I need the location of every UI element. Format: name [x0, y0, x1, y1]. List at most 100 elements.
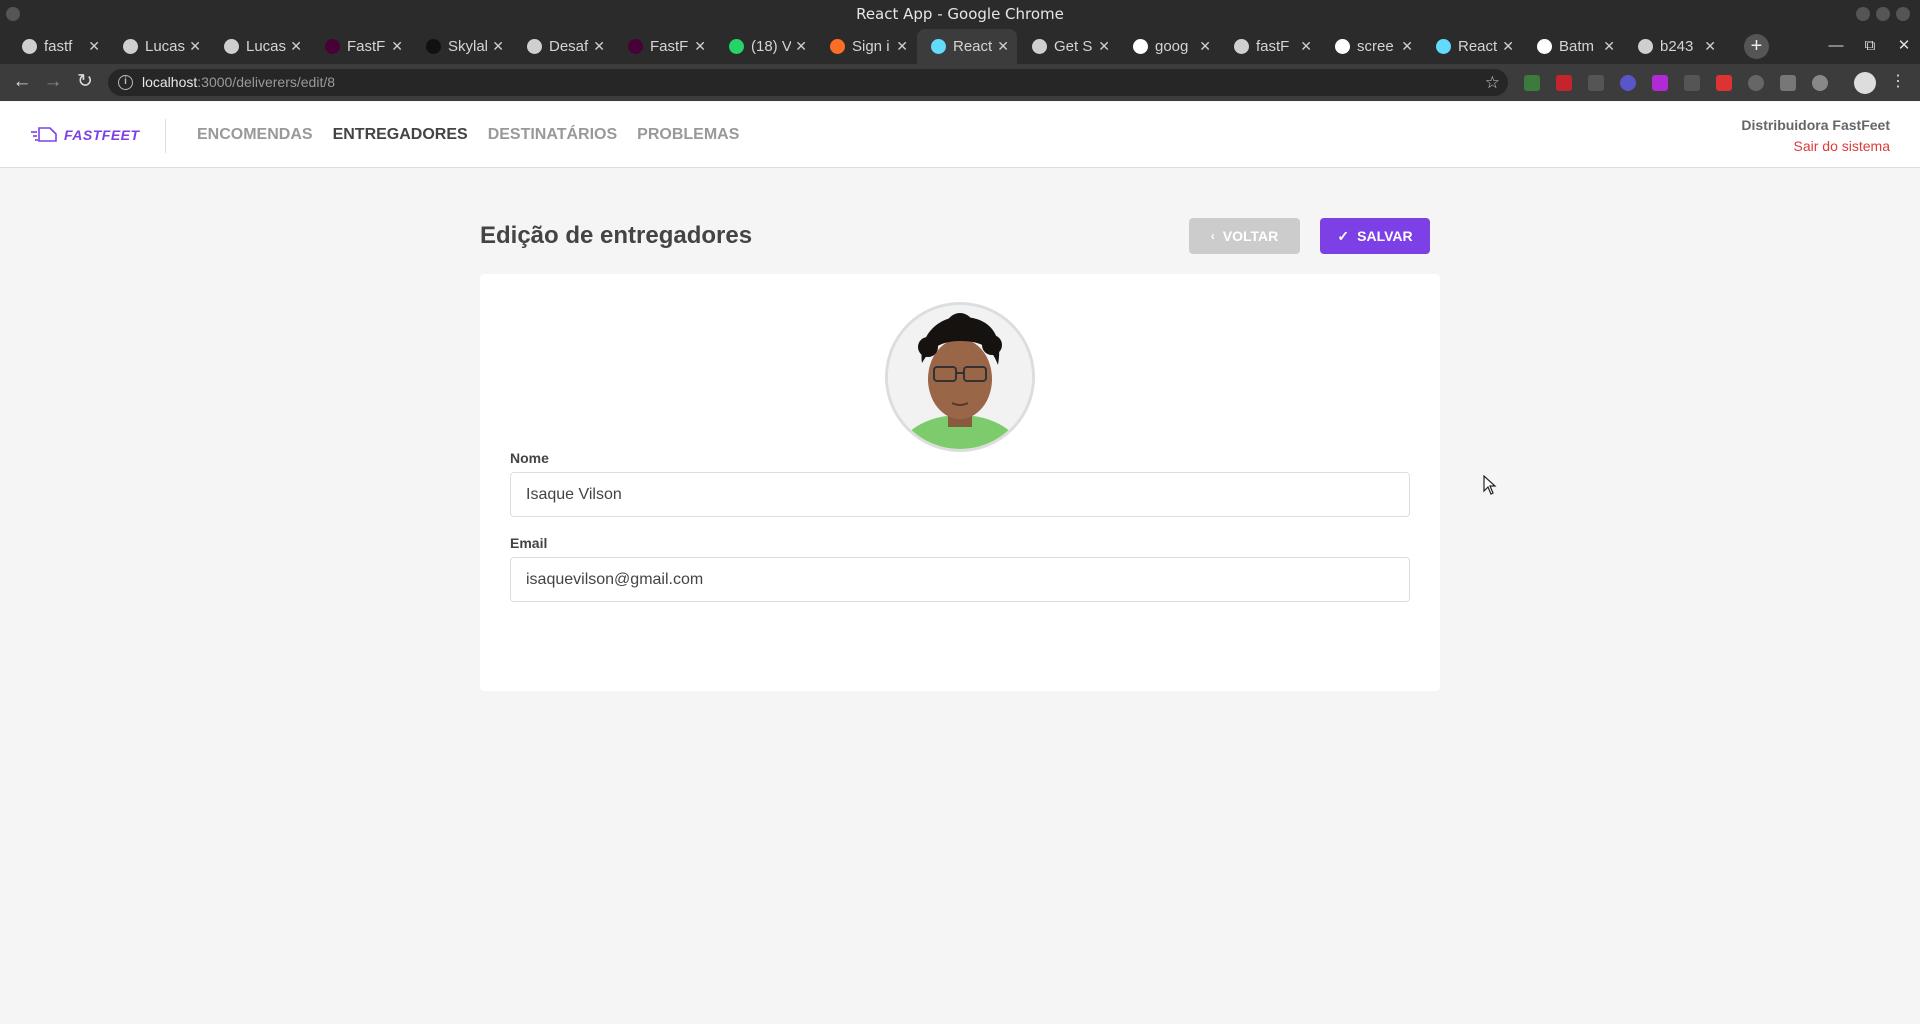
tab-label: Skylal: [448, 38, 488, 55]
window-close-icon[interactable]: [1896, 7, 1910, 21]
tab-label: FastF: [347, 38, 386, 55]
browser-tab[interactable]: FastF ✕: [614, 29, 714, 64]
company-name: Distribuidora FastFeet: [1741, 117, 1890, 133]
browser-tab[interactable]: FastF ✕: [311, 29, 411, 64]
tab-close-icon[interactable]: ✕: [1704, 29, 1716, 64]
browser-tab[interactable]: scree ✕: [1321, 29, 1421, 64]
browser-tab[interactable]: fastF ✕: [1220, 29, 1320, 64]
browser-tab[interactable]: goog ✕: [1119, 29, 1219, 64]
fastfeet-logo[interactable]: FASTFEET: [30, 124, 140, 146]
address-bar[interactable]: i localhost:3000/deliverers/edit/8 ☆: [108, 69, 1508, 96]
tab-label: Desaf: [549, 38, 589, 55]
extension-icon[interactable]: [1716, 75, 1732, 91]
extension-icon[interactable]: [1812, 75, 1828, 91]
tab-close-icon[interactable]: ✕: [1098, 29, 1110, 64]
tab-close-icon[interactable]: ✕: [1603, 29, 1615, 64]
nav-problemas[interactable]: PROBLEMAS: [637, 126, 739, 144]
tab-close-icon[interactable]: ✕: [694, 29, 706, 64]
browser-tab[interactable]: Sign i ✕: [816, 29, 916, 64]
nav-entregadores[interactable]: ENTREGADORES: [333, 126, 468, 144]
browser-tab[interactable]: React ✕: [917, 29, 1017, 64]
whatsapp-icon: [729, 39, 744, 54]
tab-label: Batm: [1559, 38, 1595, 55]
tab-close-icon[interactable]: ✕: [189, 29, 201, 64]
restore-button[interactable]: ⧉: [1855, 29, 1885, 64]
name-input[interactable]: [510, 472, 1410, 517]
browser-tab[interactable]: React ✕: [1422, 29, 1522, 64]
tab-close-icon[interactable]: ✕: [492, 29, 504, 64]
tab-close-icon[interactable]: ✕: [795, 29, 807, 64]
react-icon: [931, 39, 946, 54]
tab-label: FastF: [650, 38, 689, 55]
window-menu-icon[interactable]: [6, 7, 20, 21]
logo-text: FASTFEET: [64, 127, 140, 143]
github-icon: [22, 39, 37, 54]
tab-close-icon[interactable]: ✕: [290, 29, 302, 64]
browser-tab[interactable]: (18) V ✕: [715, 29, 815, 64]
tab-label: Lucas: [246, 38, 286, 55]
extension-icon[interactable]: [1556, 75, 1572, 91]
extension-icon[interactable]: [1684, 75, 1700, 91]
browser-tab[interactable]: Get S ✕: [1018, 29, 1118, 64]
deliverer-avatar[interactable]: [885, 302, 1035, 452]
save-button[interactable]: ✓ SALVAR: [1320, 218, 1430, 254]
react-icon: [1436, 39, 1451, 54]
browser-tab[interactable]: Desaf ✕: [513, 29, 613, 64]
bookmark-star-icon[interactable]: ☆: [1485, 69, 1500, 96]
back-button-label: VOLTAR: [1222, 228, 1279, 244]
browser-tab[interactable]: Batm ✕: [1523, 29, 1623, 64]
browser-tab[interactable]: Lucas ✕: [210, 29, 310, 64]
back-arrow-icon[interactable]: ←: [10, 70, 34, 94]
check-icon: ✓: [1337, 227, 1350, 244]
logout-link[interactable]: Sair do sistema: [1741, 138, 1890, 154]
address-url[interactable]: localhost:3000/deliverers/edit/8: [142, 69, 335, 96]
profile-avatar[interactable]: [1854, 72, 1876, 94]
download-icon[interactable]: [1780, 75, 1796, 91]
skylab-icon: [426, 39, 441, 54]
window-titlebar: React App - Google Chrome: [0, 0, 1920, 29]
site-info-icon[interactable]: i: [118, 75, 133, 90]
tab-label: fastf: [44, 38, 73, 55]
github-icon: [1234, 39, 1249, 54]
nav-destinatarios[interactable]: DESTINATÁRIOS: [488, 126, 617, 144]
profile-area: Distribuidora FastFeet Sair do sistema: [1741, 117, 1890, 154]
extension-icon[interactable]: [1652, 75, 1668, 91]
tab-close-icon[interactable]: ✕: [1199, 29, 1211, 64]
browser-tab[interactable]: b243 ✕: [1624, 29, 1724, 64]
browser-tab[interactable]: Skylal ✕: [412, 29, 512, 64]
tab-close-icon[interactable]: ✕: [1300, 29, 1312, 64]
tab-label: (18) V: [751, 38, 791, 55]
email-input[interactable]: [510, 557, 1410, 602]
forward-arrow-icon[interactable]: →: [41, 70, 65, 94]
window-maximize-icon[interactable]: [1876, 7, 1890, 21]
tab-close-icon[interactable]: ✕: [896, 29, 908, 64]
minimize-button[interactable]: —: [1821, 29, 1851, 64]
extension-icon[interactable]: [1588, 75, 1604, 91]
page-title: Edição de entregadores: [480, 222, 753, 249]
tab-label: Lucas: [145, 38, 185, 55]
browser-tab[interactable]: Lucas ✕: [109, 29, 209, 64]
tab-close-icon[interactable]: ✕: [997, 29, 1009, 64]
google-icon: [1537, 39, 1552, 54]
tab-close-icon[interactable]: ✕: [593, 29, 605, 64]
extension-icon[interactable]: [1620, 75, 1636, 91]
window-minimize-icon[interactable]: [1856, 7, 1870, 21]
menu-dots-icon[interactable]: ⋮: [1886, 70, 1910, 94]
close-window-button[interactable]: ✕: [1889, 29, 1919, 64]
person-photo: [888, 305, 1032, 449]
tab-close-icon[interactable]: ✕: [1401, 29, 1413, 64]
tab-close-icon[interactable]: ✕: [1502, 29, 1514, 64]
browser-tab[interactable]: fastf ✕: [8, 29, 108, 64]
back-button[interactable]: ‹ VOLTAR: [1189, 218, 1300, 254]
github-icon: [224, 39, 239, 54]
new-tab-button[interactable]: +: [1744, 34, 1769, 59]
extension-icon[interactable]: [1748, 75, 1764, 91]
window-title: React App - Google Chrome: [856, 5, 1064, 23]
tab-close-icon[interactable]: ✕: [88, 29, 100, 64]
extension-icon[interactable]: [1524, 75, 1540, 91]
tab-label: fastF: [1256, 38, 1290, 55]
tab-close-icon[interactable]: ✕: [391, 29, 403, 64]
reload-icon[interactable]: ↻: [73, 70, 97, 94]
nav-encomendas[interactable]: ENCOMENDAS: [197, 126, 313, 144]
globe-icon: [1638, 39, 1653, 54]
